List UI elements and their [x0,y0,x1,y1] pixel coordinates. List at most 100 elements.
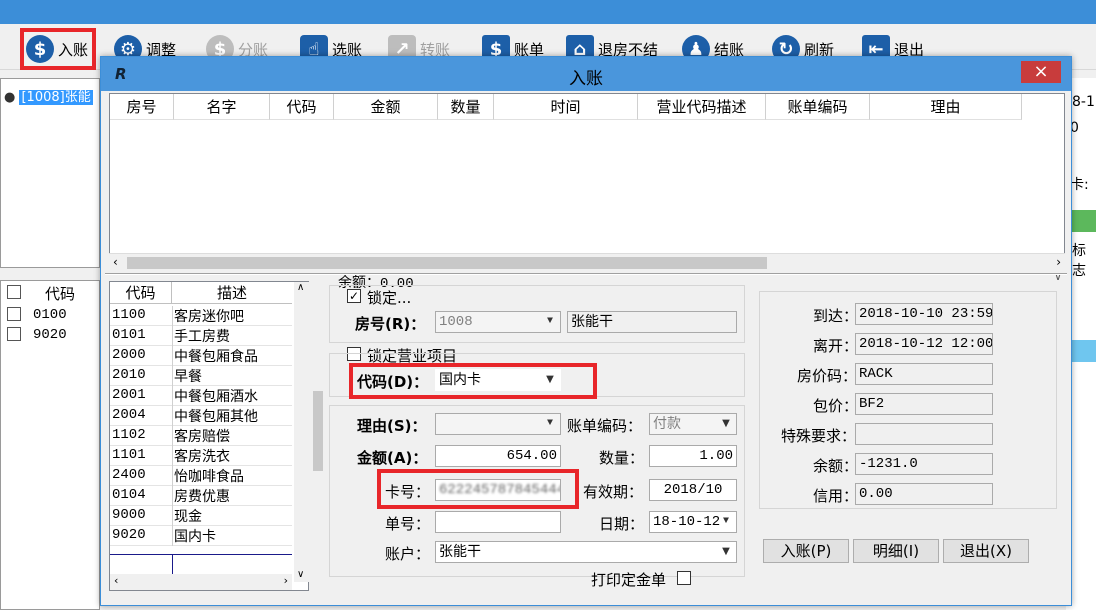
expiry-input[interactable]: 2018/10 [649,479,737,501]
scroll-down-icon[interactable]: ∨ [1054,270,1062,283]
code-cell: 1101 [112,447,146,463]
code-cell: 2400 [112,467,146,483]
code-list-row[interactable]: 2000 中餐包厢食品 [110,346,292,366]
expiry-label: 有效期： [583,483,644,501]
col-room[interactable]: 房号 [110,94,174,120]
splitter-scrollbar[interactable] [311,281,325,591]
desc-cell: 中餐包厢酒水 [174,389,258,405]
code-list-header-desc[interactable]: 描述 [172,282,292,304]
qty-label: 数量： [599,449,645,467]
scroll-left-icon[interactable]: ‹ [114,574,118,587]
arrive-field: 2018-10-10 23:59 [855,303,993,325]
dialog-title: 入账 [569,69,603,89]
code-cell: 1102 [112,427,146,443]
postings-grid[interactable]: 房号 名字 代码 金额 数量 时间 营业代码描述 账单编码 理由 余额：0.00… [109,93,1065,292]
arrive-label: 到达： [813,307,859,325]
code-cell: 2010 [112,367,146,383]
post-entry-dialog: R 入账 × 房号 名字 代码 金额 数量 时间 营业代码描述 账单编码 理由 … [100,56,1072,606]
guest-name-field[interactable]: 张能干 [567,311,737,333]
scroll-right-icon[interactable]: › [1056,255,1061,269]
voucher-input[interactable] [435,511,561,533]
bill-code-label: 账单编码： [567,417,643,435]
chevron-down-icon: ▼ [722,516,729,527]
code-cell: 0101 [112,327,146,343]
select-all-checkbox[interactable] [7,285,21,299]
scroll-down-icon[interactable]: ∨ [297,569,304,580]
depart-label: 离开： [813,337,859,355]
chevron-down-icon: ▼ [546,418,553,429]
special-label: 特殊要求： [781,427,857,445]
code-list-row[interactable]: 1102 客房赔偿 [110,426,292,446]
app-title-bar [0,0,1096,24]
voucher-label: 单号： [385,515,431,533]
balance-field: -1231.0 [855,453,993,475]
col-qty[interactable]: 数量 [438,94,494,120]
print-deposit-checkbox[interactable] [677,571,691,585]
desc-cell: 手工房费 [174,329,230,345]
col-reason[interactable]: 理由 [870,94,1022,120]
room-label: 房号(R)： [355,315,426,333]
reason-select[interactable]: ▼ [435,413,561,435]
row-checkbox[interactable] [7,307,21,321]
code-list[interactable]: 代码 描述 1100 客房迷你吧 0101 手工房费 2000 中餐包厢食品 2010 早餐 2… [109,281,310,591]
code-cell: 0104 [112,487,146,503]
code-list-row[interactable]: 2001 中餐包厢酒水 [110,386,292,406]
account-select[interactable]: 张能干 ▼ [435,541,737,563]
date-picker[interactable]: 18-10-12 ▼ [649,511,737,533]
desc-cell: 怡咖啡食品 [174,469,244,485]
code-list-row[interactable]: 1100 客房迷你吧 [110,306,292,326]
col-amount[interactable]: 金额 [334,94,438,120]
grid-horizontal-scrollbar[interactable]: ‹ › [109,253,1065,271]
code-cell: 2000 [112,347,146,363]
exit-dialog-button[interactable]: 退出(X) [943,539,1029,563]
close-button[interactable]: × [1021,61,1061,83]
special-field [855,423,993,445]
lock-checkbox[interactable]: ✓ [347,289,361,303]
row-checkbox[interactable] [7,327,21,341]
scroll-left-icon[interactable]: ‹ [113,255,118,269]
scroll-thumb[interactable] [127,257,767,269]
code-list-row[interactable]: 9000 现金 [110,506,292,526]
dialog-title-bar: R 入账 × [101,57,1071,91]
bill-code-select[interactable]: 付款 ▼ [649,413,737,435]
desc-cell: 客房迷你吧 [174,309,244,325]
code-list-row[interactable]: 1101 客房洗衣 [110,446,292,466]
room-select[interactable]: 1008 ▼ [435,311,561,333]
desc-cell: 中餐包厢食品 [174,349,258,365]
print-deposit-label: 打印定金单 [591,571,667,589]
code-list-header-code[interactable]: 代码 [110,282,172,304]
code-list-row[interactable]: 2400 怡咖啡食品 [110,466,292,486]
balance-label: 余额： [813,457,859,475]
code-list-row[interactable]: 0101 手工房费 [110,326,292,346]
desc-cell: 客房洗衣 [174,449,230,465]
code-list-row[interactable]: 2004 中餐包厢其他 [110,406,292,426]
col-bill-code[interactable]: 账单编码 [766,94,870,120]
credit-label: 信用： [813,487,859,505]
bg-right-text: 标志 [1072,243,1086,279]
room-tree-panel [0,78,100,268]
bg-row-code: 9020 [33,327,67,343]
detail-button[interactable]: 明细(I) [853,539,939,563]
scroll-right-icon[interactable]: › [284,574,288,587]
code-list-row[interactable]: 2010 早餐 [110,366,292,386]
qty-input[interactable]: 1.00 [649,445,737,467]
code-list-row[interactable]: 0104 房费优惠 [110,486,292,506]
col-code[interactable]: 代码 [270,94,334,120]
bg-selected-row [1070,340,1096,362]
post-button[interactable]: 入账(P) [763,539,849,563]
code-cell: 9000 [112,507,146,523]
code-list-scrollbar[interactable]: ∧ ∨ [294,282,310,582]
room-tree-item[interactable]: ● [1008]张能 [4,86,93,105]
amount-label: 金额(A)： [357,449,428,467]
chevron-down-icon: ▼ [722,546,730,557]
code-list-row[interactable]: 9020 国内卡 [110,526,292,546]
code-list-hscroll[interactable]: ‹ › [110,574,292,590]
desc-cell: 现金 [174,509,202,525]
depart-field: 2018-10-12 12:00 [855,333,993,355]
col-name[interactable]: 名字 [174,94,270,120]
divider [105,273,1067,275]
col-time[interactable]: 时间 [494,94,638,120]
amount-input[interactable]: 654.00 [435,445,561,467]
scroll-up-icon[interactable]: ∧ [297,282,304,293]
col-desc[interactable]: 营业代码描述 [638,94,766,120]
